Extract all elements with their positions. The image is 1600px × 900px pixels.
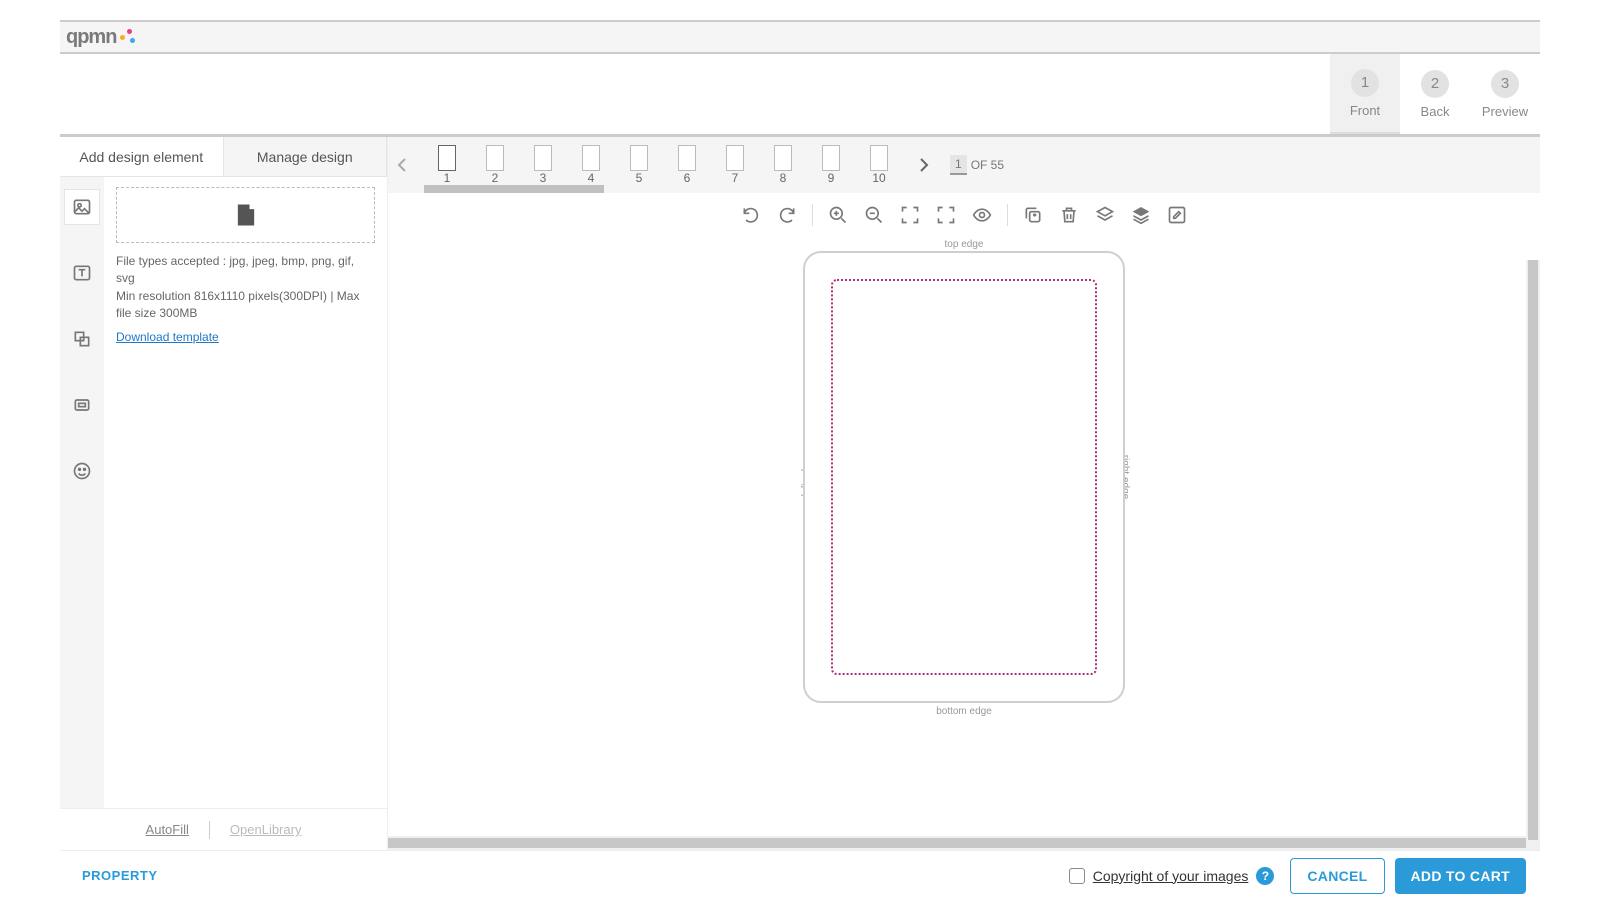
side-panel: Add design element Manage design [60, 137, 388, 850]
page-thumb[interactable]: 8 [774, 145, 792, 185]
download-template-link[interactable]: Download template [116, 329, 219, 346]
step-front[interactable]: 1 Front [1330, 54, 1400, 135]
upload-dropzone[interactable] [116, 187, 375, 243]
canvas-hscrollbar[interactable] [388, 836, 1540, 850]
zoom-in-icon[interactable] [827, 204, 849, 226]
upload-resolution: Min resolution 816x1110 pixels(300DPI) |… [116, 288, 375, 323]
wizard-steps: 1 Front 2 Back 3 Preview [60, 54, 1540, 134]
page-thumb[interactable]: 10 [870, 145, 888, 185]
page-thumb[interactable]: 3 [534, 145, 552, 185]
step-back[interactable]: 2 Back [1400, 54, 1470, 134]
upload-file-types: File types accepted : jpg, jpeg, bmp, pn… [116, 253, 375, 288]
delete-icon[interactable] [1058, 204, 1080, 226]
text-tool-icon[interactable] [64, 255, 100, 291]
rectangle-tool-icon[interactable] [64, 387, 100, 423]
shape-tool-icon[interactable] [64, 321, 100, 357]
page-thumb[interactable]: 1 [438, 145, 456, 185]
page-thumb[interactable]: 7 [726, 145, 744, 185]
copyright-checkbox[interactable] [1069, 868, 1085, 884]
step-preview[interactable]: 3 Preview [1470, 54, 1540, 134]
page-thumb[interactable]: 2 [486, 145, 504, 185]
undo-icon[interactable] [740, 204, 762, 226]
add-to-cart-button[interactable]: ADD TO CART [1395, 858, 1526, 894]
autofill-button[interactable]: AutoFill [146, 822, 189, 837]
page-indicator: 1 OF 55 [950, 155, 1004, 175]
redo-icon[interactable] [776, 204, 798, 226]
tool-column [60, 177, 104, 808]
edit-icon[interactable] [1166, 204, 1188, 226]
thumbs-scrollbar[interactable] [424, 185, 604, 193]
canvas-toolbar [388, 193, 1540, 237]
layer-back-icon[interactable] [1094, 204, 1116, 226]
openlibrary-button[interactable]: OpenLibrary [230, 822, 302, 837]
canvas-vscrollbar[interactable] [1526, 260, 1540, 840]
page-thumb[interactable]: 6 [678, 145, 696, 185]
safe-zone [831, 279, 1097, 675]
tab-manage-design[interactable]: Manage design [224, 137, 388, 176]
layer-front-icon[interactable] [1130, 204, 1152, 226]
upload-icon [232, 201, 260, 229]
footer-bar: PROPERTY Copyright of your images ? CANC… [60, 850, 1540, 900]
header-bar: qpmn [60, 20, 1540, 54]
preview-eye-icon[interactable] [971, 204, 993, 226]
thumbs-prev[interactable] [392, 155, 412, 175]
edge-label-top: top edge [945, 239, 984, 250]
page-thumbnail-strip: 123456789 10 1 OF 55 [388, 137, 1540, 193]
page-thumb[interactable]: 5 [630, 145, 648, 185]
emoji-tool-icon[interactable] [64, 453, 100, 489]
thumbs-next[interactable] [914, 155, 934, 175]
copyright-link[interactable]: Copyright of your images [1093, 868, 1249, 884]
card-outline [803, 251, 1125, 703]
edge-label-bottom: bottom edge [936, 706, 992, 717]
brand-logo: qpmn [66, 26, 136, 49]
zoom-out-icon[interactable] [863, 204, 885, 226]
duplicate-icon[interactable] [1022, 204, 1044, 226]
fullscreen-icon[interactable] [935, 204, 957, 226]
page-thumb[interactable]: 4 [582, 145, 600, 185]
page-thumb[interactable]: 9 [822, 145, 840, 185]
cancel-button[interactable]: CANCEL [1290, 858, 1384, 894]
image-tool-icon[interactable] [64, 189, 100, 225]
canvas[interactable]: top edge bottom edge left edge right edg… [388, 237, 1540, 836]
help-icon[interactable]: ? [1256, 867, 1274, 885]
tab-add-design[interactable]: Add design element [60, 137, 224, 176]
property-label[interactable]: PROPERTY [82, 868, 158, 883]
fit-screen-icon[interactable] [899, 204, 921, 226]
